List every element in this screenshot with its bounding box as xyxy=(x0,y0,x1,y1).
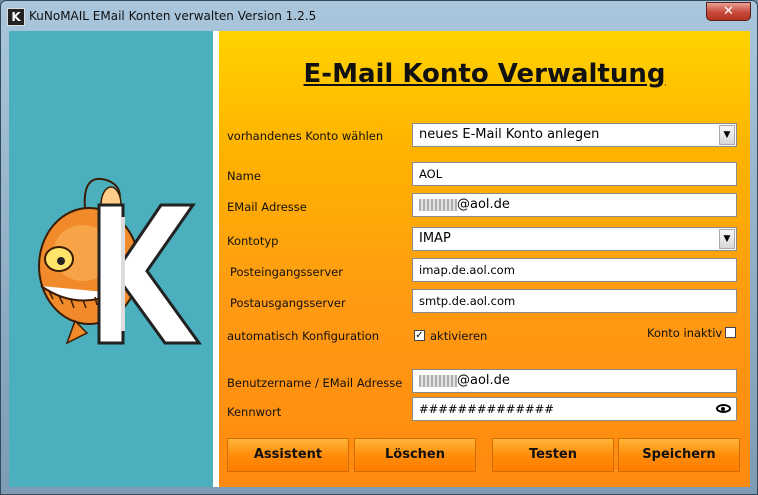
email-field[interactable]: @aol.de xyxy=(412,193,737,217)
account-inactive-label: Konto inaktiv xyxy=(647,326,723,340)
account-type-dropdown[interactable]: IMAP ▼ xyxy=(412,227,737,251)
name-field[interactable]: AOL xyxy=(412,162,737,186)
save-button[interactable]: Speichern xyxy=(618,438,740,472)
account-type-label: Kontotyp xyxy=(227,234,279,248)
chevron-down-icon[interactable]: ▼ xyxy=(719,125,735,145)
close-button[interactable]: ✕ xyxy=(706,2,751,21)
username-label: Benutzername / EMail Adresse xyxy=(227,376,403,390)
email-label: EMail Adresse xyxy=(227,200,307,214)
title-bar[interactable]: K KuNoMAIL EMail Konten verwalten Versio… xyxy=(1,1,757,31)
app-window: K KuNoMAIL EMail Konten verwalten Versio… xyxy=(0,0,758,495)
name-label: Name xyxy=(227,169,261,183)
delete-button[interactable]: Löschen xyxy=(354,438,476,472)
incoming-server-field[interactable]: imap.de.aol.com xyxy=(412,258,737,282)
password-label: Kennwort xyxy=(227,405,282,419)
account-select-dropdown[interactable]: neues E-Mail Konto anlegen ▼ xyxy=(412,123,737,147)
incoming-server-value: imap.de.aol.com xyxy=(419,263,515,277)
account-type-value: IMAP xyxy=(419,231,451,246)
password-field[interactable]: ############## xyxy=(412,397,737,421)
account-select-value: neues E-Mail Konto anlegen xyxy=(419,127,600,142)
email-suffix: @aol.de xyxy=(457,197,510,212)
app-logo-icon: K xyxy=(7,8,25,26)
auto-config-checkbox-label: aktivieren xyxy=(430,329,488,343)
main-panel: E-Mail Konto Verwaltung vorhandenes Kont… xyxy=(219,31,750,487)
password-value: ############## xyxy=(419,402,554,416)
redacted-text xyxy=(419,374,457,387)
auto-config-checkbox[interactable]: ✓ xyxy=(414,330,425,341)
username-suffix: @aol.de xyxy=(457,373,510,388)
side-panel: K xyxy=(9,31,213,487)
page-title: E-Mail Konto Verwaltung xyxy=(303,59,666,89)
outgoing-server-label: Postausgangsserver xyxy=(230,296,346,310)
kunomail-mascot-logo: K xyxy=(27,161,202,345)
mascot-letter: K xyxy=(27,161,38,165)
redacted-text xyxy=(419,198,457,211)
incoming-server-label: Posteingangsserver xyxy=(230,265,343,279)
outgoing-server-value: smtp.de.aol.com xyxy=(419,294,516,308)
chevron-down-icon[interactable]: ▼ xyxy=(719,229,735,249)
name-value: AOL xyxy=(419,167,443,181)
account-select-label: vorhandenes Konto wählen xyxy=(227,129,384,143)
client-area: K E-Mail Konto Verwaltung vorhandenes Ko… xyxy=(9,31,750,487)
account-inactive-checkbox[interactable] xyxy=(725,327,736,338)
window-title: KuNoMAIL EMail Konten verwalten Version … xyxy=(29,9,317,23)
assistant-button[interactable]: Assistent xyxy=(227,438,349,472)
outgoing-server-field[interactable]: smtp.de.aol.com xyxy=(412,289,737,313)
test-button[interactable]: Testen xyxy=(492,438,614,472)
eye-icon[interactable] xyxy=(716,404,731,413)
username-field[interactable]: @aol.de xyxy=(412,369,737,393)
auto-config-label: automatisch Konfiguration xyxy=(227,329,380,343)
